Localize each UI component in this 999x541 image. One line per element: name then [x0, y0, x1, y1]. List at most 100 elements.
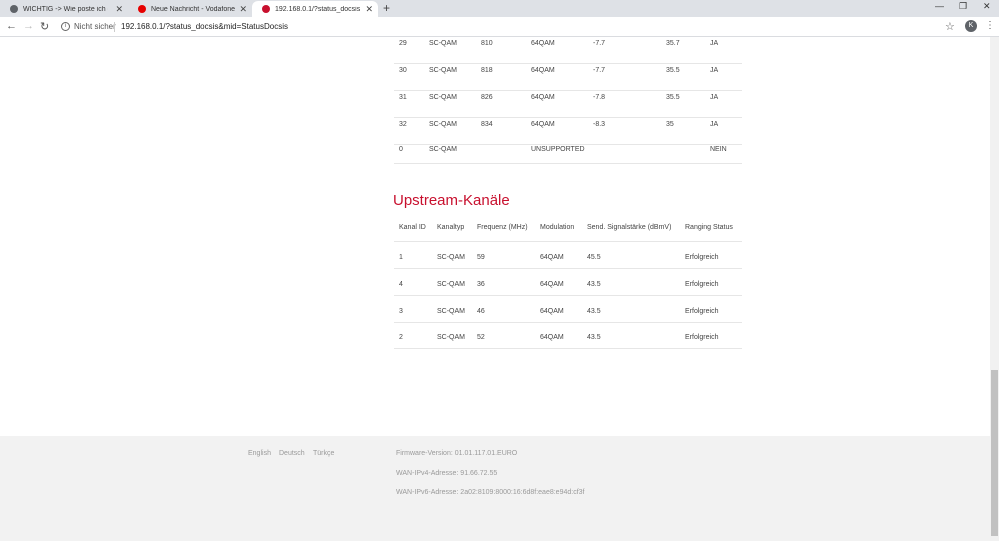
- column-header: Send. Signalstärke (dBmV): [587, 224, 672, 231]
- firmware-version: Firmware-Version: 01.01.117.01.EURO: [396, 450, 518, 457]
- browser-toolbar: ← → ↻ i Nicht sicher 192.168.0.1/?status…: [0, 17, 999, 37]
- column-header: Modulation: [540, 224, 575, 231]
- snr-value: 35.5: [666, 67, 680, 74]
- channel-type: SC-QAM: [437, 308, 465, 315]
- reload-icon[interactable]: ↻: [40, 20, 49, 33]
- modulation: 64QAM: [531, 67, 555, 74]
- address-separator: [114, 22, 115, 32]
- channel-id: 30: [399, 67, 407, 74]
- frequency: 52: [477, 334, 485, 341]
- snr-value: 35.5: [666, 94, 680, 101]
- column-header: Frequenz (MHz): [477, 224, 528, 231]
- language-link-turkce[interactable]: Türkçe: [313, 450, 334, 457]
- transmit-power: 43.5: [587, 281, 601, 288]
- modulation: 64QAM: [540, 254, 564, 261]
- profile-avatar[interactable]: K: [965, 20, 977, 32]
- page-content: 29 SC-QAM 810 64QAM -7.7 35.7 JA 30 SC-Q…: [0, 37, 990, 541]
- back-arrow-icon[interactable]: ←: [6, 20, 17, 32]
- modulation: 64QAM: [531, 40, 555, 47]
- language-link-english[interactable]: English: [248, 450, 271, 457]
- tab-title: WICHTIG -> Wie poste ich eine S: [23, 5, 108, 13]
- snr-value: 35: [666, 121, 674, 128]
- snr-value: 35.7: [666, 40, 680, 47]
- transmit-power: 43.5: [587, 334, 601, 341]
- browser-tab[interactable]: Neue Nachricht - Vodafone Com ✕: [128, 1, 252, 17]
- upstream-table-row: 3 SC-QAM 46 64QAM 43.5 Erfolgreich: [394, 296, 742, 323]
- transmit-power: 43.5: [587, 308, 601, 315]
- wan-ipv4-address: WAN-IPv4-Adresse: 91.66.72.55: [396, 470, 498, 477]
- close-tab-icon[interactable]: ✕: [365, 4, 373, 15]
- lock-status: JA: [710, 40, 719, 47]
- channel-id: 32: [399, 121, 407, 128]
- close-tab-icon[interactable]: ✕: [115, 4, 123, 15]
- info-icon[interactable]: i: [61, 22, 70, 31]
- language-link-deutsch[interactable]: Deutsch: [279, 450, 305, 457]
- upstream-table-row: 4 SC-QAM 36 64QAM 43.5 Erfolgreich: [394, 269, 742, 296]
- channel-id: 31: [399, 94, 407, 101]
- frequency: 36: [477, 281, 485, 288]
- forward-arrow-icon[interactable]: →: [23, 20, 34, 32]
- ranging-status: Erfolgreich: [685, 281, 719, 288]
- channel-type: SC-QAM: [429, 121, 457, 128]
- bookmark-star-icon[interactable]: ☆: [945, 20, 955, 33]
- downstream-table-row: 29 SC-QAM 810 64QAM -7.7 35.7 JA: [394, 37, 742, 64]
- column-header: Kanal ID: [399, 224, 426, 231]
- minimize-icon[interactable]: —: [935, 1, 944, 11]
- close-tab-icon[interactable]: ✕: [239, 4, 247, 15]
- router-favicon-icon: [262, 5, 270, 13]
- downstream-table-row: 30 SC-QAM 818 64QAM -7.7 35.5 JA: [394, 64, 742, 91]
- channel-type: SC-QAM: [429, 146, 457, 153]
- ranging-status: Erfolgreich: [685, 308, 719, 315]
- browser-menu-icon[interactable]: ⋮: [985, 20, 995, 31]
- upstream-table-row: 2 SC-QAM 52 64QAM 43.5 Erfolgreich: [394, 322, 742, 349]
- channel-id: 29: [399, 40, 407, 47]
- column-header: Kanaltyp: [437, 224, 465, 231]
- modulation: 64QAM: [531, 121, 555, 128]
- channel-type: SC-QAM: [437, 334, 465, 341]
- tab-favicon-icon: [10, 5, 18, 13]
- power-level: -7.7: [593, 40, 606, 47]
- downstream-table-row: 0 SC-QAM UNSUPPORTED NEIN: [394, 137, 742, 164]
- wan-ipv6-address: WAN-IPv6-Adresse: 2a02:8109:8000:16:6d8f…: [396, 489, 585, 496]
- channel-type: SC-QAM: [429, 94, 457, 101]
- modulation: 64QAM: [531, 94, 555, 101]
- power-level: -8.3: [593, 121, 606, 128]
- tab-strip: WICHTIG -> Wie poste ich eine S ✕ Neue N…: [0, 0, 999, 17]
- lock-status: JA: [710, 94, 719, 101]
- power-level: -7.8: [593, 94, 606, 101]
- channel-id: 3: [399, 308, 403, 315]
- tab-title: Neue Nachricht - Vodafone Com: [151, 5, 236, 13]
- security-label[interactable]: Nicht sicher: [74, 22, 116, 31]
- frequency: 59: [477, 254, 485, 261]
- scrollbar-thumb[interactable]: [991, 370, 998, 536]
- channel-type: SC-QAM: [429, 40, 457, 47]
- frequency: 834: [481, 121, 493, 128]
- restore-icon[interactable]: ❐: [959, 1, 967, 12]
- modulation: 64QAM: [540, 308, 564, 315]
- channel-type: SC-QAM: [437, 254, 465, 261]
- close-window-icon[interactable]: ✕: [983, 1, 991, 12]
- upstream-section-title: Upstream-Kanäle: [393, 192, 510, 209]
- browser-tab-active[interactable]: 192.168.0.1/?status_docsis&mid= ✕: [252, 1, 378, 17]
- ranging-status: Erfolgreich: [685, 334, 719, 341]
- browser-tab[interactable]: WICHTIG -> Wie poste ich eine S ✕: [0, 1, 128, 17]
- frequency: 810: [481, 40, 493, 47]
- new-tab-icon[interactable]: +: [383, 1, 390, 15]
- address-bar[interactable]: 192.168.0.1/?status_docsis&mid=StatusDoc…: [121, 22, 288, 31]
- channel-id: 4: [399, 281, 403, 288]
- upstream-table-row: 1 SC-QAM 59 64QAM 45.5 Erfolgreich: [394, 242, 742, 269]
- channel-id: 0: [399, 146, 403, 153]
- power-level: -7.7: [593, 67, 606, 74]
- channel-type: SC-QAM: [437, 281, 465, 288]
- vodafone-favicon-icon: [138, 5, 146, 13]
- ranging-status: Erfolgreich: [685, 254, 719, 261]
- tab-title: 192.168.0.1/?status_docsis&mid=: [275, 5, 360, 13]
- upstream-table-header: Kanal ID Kanaltyp Frequenz (MHz) Modulat…: [394, 223, 742, 242]
- transmit-power: 45.5: [587, 254, 601, 261]
- channel-id: 2: [399, 334, 403, 341]
- lock-status: JA: [710, 67, 719, 74]
- downstream-table-row: 31 SC-QAM 826 64QAM -7.8 35.5 JA: [394, 91, 742, 118]
- channel-id: 1: [399, 254, 403, 261]
- modulation: 64QAM: [540, 281, 564, 288]
- page-footer: English Deutsch Türkçe Firmware-Version:…: [0, 436, 990, 541]
